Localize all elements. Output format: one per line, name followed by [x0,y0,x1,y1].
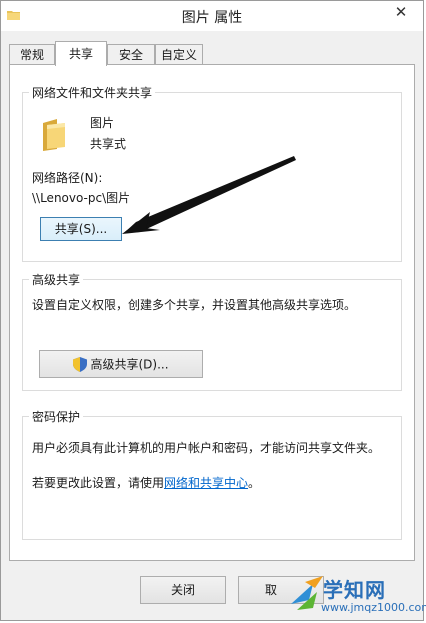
uac-shield-icon [73,357,88,372]
password-protection-title: 密码保护 [29,408,84,425]
window-title: 图片 属性 [181,10,243,26]
folder-name: 图片 [90,116,115,130]
change-setting-suffix: 。 [248,476,261,490]
advanced-share-group: 高级共享 设置自定义权限，创建多个共享，并设置其他高级共享选项。 高级共享(D)… [22,271,402,391]
close-button[interactable]: 关闭 [140,576,226,604]
title-bar: 图片 属性 ✕ [1,1,423,31]
share-status: 共享式 [90,137,127,151]
folder-icon [43,119,65,151]
password-description: 用户必须具有此计算机的用户帐户和密码，才能访问共享文件夹。 [32,441,381,455]
advanced-share-button-label: 高级共享(D)... [90,357,169,372]
watermark-brand: 学知网 [323,578,386,602]
properties-window: 图片 属性 ✕ 常规 共享 安全 自定义 网络文件和文件夹共享 图片 共享式 网… [0,0,426,621]
tab-sharing[interactable]: 共享 [55,41,107,66]
network-sharing-center-link[interactable]: 网络和共享中心 [164,476,248,490]
tab-security[interactable]: 安全 [107,44,155,64]
advanced-share-button[interactable]: 高级共享(D)... [39,350,203,378]
change-setting-line: 若要更改此设置，请使用网络和共享中心。 [32,474,260,491]
network-share-group: 网络文件和文件夹共享 图片 共享式 网络路径(N): \\Lenovo-pc\图… [22,84,402,262]
network-path-label: 网络路径(N): [32,171,103,185]
network-share-title: 网络文件和文件夹共享 [29,84,156,101]
change-setting-prefix: 若要更改此设置，请使用 [32,476,165,490]
tab-customize[interactable]: 自定义 [155,44,203,64]
advanced-share-description: 设置自定义权限，创建多个共享，并设置其他高级共享选项。 [32,298,357,312]
watermark-logo: 学知网 www.jmqz1000.com [283,570,426,620]
watermark-url: www.jmqz1000.com [321,601,426,614]
advanced-share-title: 高级共享 [29,271,84,288]
tab-general[interactable]: 常规 [9,44,55,64]
share-button[interactable]: 共享(S)... [40,217,122,241]
password-protection-group: 密码保护 用户必须具有此计算机的用户帐户和密码，才能访问共享文件夹。 若要更改此… [22,408,402,540]
network-path-value: \\Lenovo-pc\图片 [32,191,131,205]
close-icon[interactable]: ✕ [385,1,417,23]
sharing-tab-panel: 网络文件和文件夹共享 图片 共享式 网络路径(N): \\Lenovo-pc\图… [9,64,415,561]
